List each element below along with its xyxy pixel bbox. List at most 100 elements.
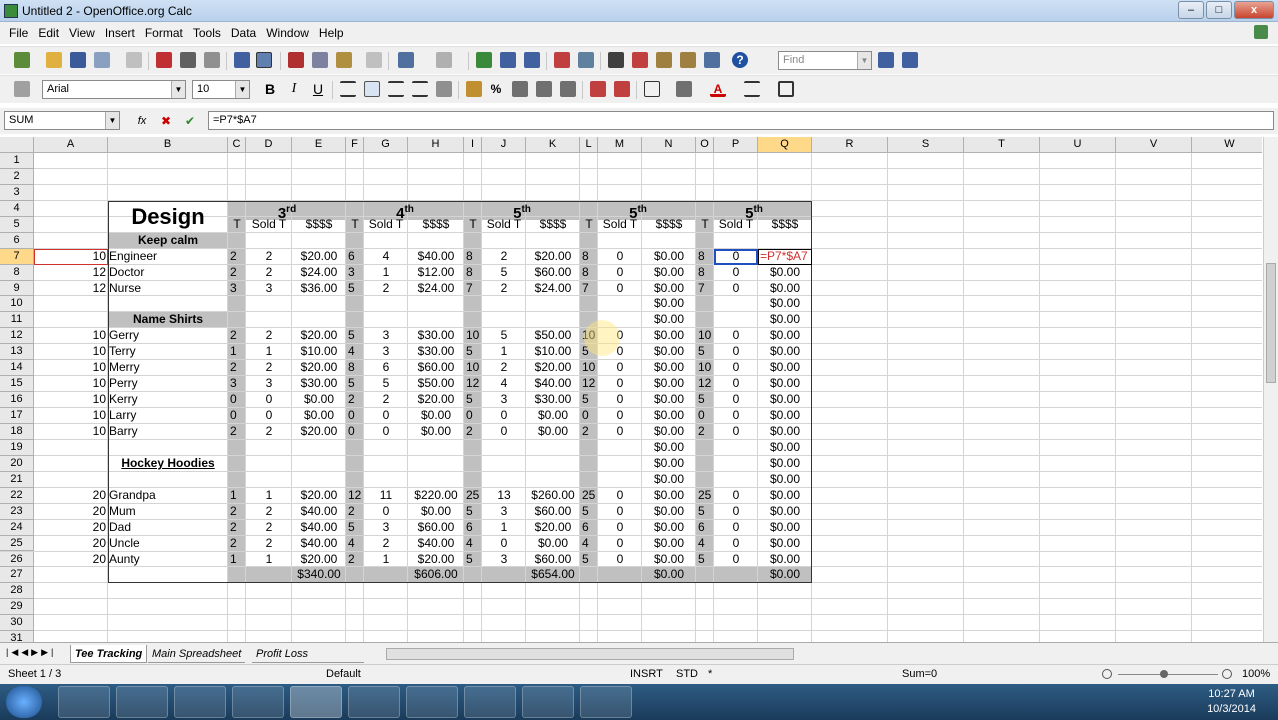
cell-money[interactable]: $20.00 — [292, 552, 346, 568]
horizontal-scrollbar[interactable] — [386, 648, 794, 660]
cell-money[interactable]: $20.00 — [526, 249, 580, 265]
cell-money[interactable]: $0.00 — [642, 472, 696, 488]
cell-a[interactable]: 20 — [34, 488, 106, 504]
cell-sold[interactable] — [246, 456, 292, 472]
cell-sold[interactable]: 2 — [246, 536, 292, 552]
cell-money[interactable]: $60.00 — [526, 504, 580, 520]
cell-b[interactable]: Engineer — [109, 249, 229, 265]
cell-money[interactable]: $0.00 — [642, 536, 696, 552]
cell-sold[interactable]: 0 — [364, 424, 408, 440]
cell-money[interactable]: $20.00 — [408, 552, 464, 568]
cell-money[interactable]: $20.00 — [292, 488, 346, 504]
cell-money[interactable]: $0.00 — [758, 376, 812, 392]
cell-money[interactable]: $0.00 — [642, 312, 696, 328]
cell-sold[interactable] — [482, 312, 526, 328]
column-header-t[interactable]: T — [964, 137, 1040, 153]
cell-sold[interactable]: 0 — [598, 249, 642, 265]
column-header-w[interactable]: W — [1192, 137, 1262, 153]
active-reference-a7[interactable] — [34, 248, 108, 265]
row-header-18[interactable]: 18 — [0, 423, 34, 440]
cell-sold[interactable] — [714, 472, 758, 488]
cell-money[interactable] — [526, 312, 580, 328]
cell-sold[interactable] — [598, 456, 642, 472]
cell-b[interactable]: Terry — [109, 344, 229, 360]
show-draw-icon[interactable] — [578, 52, 594, 68]
cell-sold[interactable]: 0 — [598, 552, 642, 568]
menu-tools[interactable]: Tools — [188, 26, 226, 40]
row-header-20[interactable]: 20 — [0, 455, 34, 472]
app-icon[interactable] — [522, 686, 574, 718]
cell-money[interactable]: $40.00 — [408, 249, 464, 265]
cell-sold[interactable]: 0 — [482, 536, 526, 552]
add-decimal-icon[interactable] — [536, 81, 552, 97]
borders-icon[interactable] — [644, 81, 660, 97]
cell-sold[interactable]: 0 — [598, 281, 642, 297]
cell-a[interactable] — [34, 472, 106, 488]
cell-money[interactable]: $0.00 — [642, 504, 696, 520]
cell-sold[interactable]: 0 — [246, 392, 292, 408]
cell-sold[interactable]: 2 — [246, 328, 292, 344]
cell-sold[interactable]: 0 — [598, 360, 642, 376]
cell-money[interactable]: $0.00 — [758, 360, 812, 376]
cell-sold[interactable] — [714, 440, 758, 456]
cell-sold[interactable] — [482, 296, 526, 312]
cell-money[interactable]: $50.00 — [526, 328, 580, 344]
export-pdf-icon[interactable] — [156, 52, 172, 68]
open-folder-icon[interactable] — [46, 52, 62, 68]
cell-sold[interactable]: 0 — [714, 552, 758, 568]
cell-sold[interactable]: 1 — [246, 488, 292, 504]
cell-money[interactable]: $0.00 — [758, 520, 812, 536]
print-icon[interactable] — [180, 52, 196, 68]
help-icon[interactable]: ? — [732, 52, 748, 68]
frame-icon[interactable] — [778, 81, 794, 97]
cell-sold[interactable]: 0 — [598, 424, 642, 440]
row-header-31[interactable]: 31 — [0, 631, 34, 642]
cell-money[interactable]: $20.00 — [292, 360, 346, 376]
cell-money[interactable]: $0.00 — [642, 376, 696, 392]
cell-sold[interactable]: 3 — [246, 281, 292, 297]
cell-sold[interactable]: 0 — [598, 536, 642, 552]
cell-money[interactable]: $0.00 — [292, 392, 346, 408]
document-icon[interactable] — [348, 686, 400, 718]
close-button[interactable]: x — [1234, 1, 1274, 19]
menu-edit[interactable]: Edit — [33, 26, 64, 40]
cell-b[interactable]: Barry — [109, 424, 229, 440]
column-header-j[interactable]: J — [482, 137, 526, 153]
tab-nav-arrows[interactable]: |◀◀▶▶| — [6, 647, 56, 658]
zoom-out-icon[interactable] — [1102, 669, 1112, 679]
cell-sold[interactable]: 2 — [246, 360, 292, 376]
cell-b[interactable]: Kerry — [109, 392, 229, 408]
menu-data[interactable]: Data — [226, 26, 261, 40]
cell-sold[interactable] — [364, 456, 408, 472]
cell-sold[interactable]: 0 — [482, 408, 526, 424]
column-header-f[interactable]: F — [346, 137, 364, 153]
new-document-icon[interactable] — [14, 52, 30, 68]
window-icon[interactable] — [580, 686, 632, 718]
column-header-s[interactable]: S — [888, 137, 964, 153]
column-header-m[interactable]: M — [598, 137, 642, 153]
cell-money[interactable]: $20.00 — [292, 424, 346, 440]
row-header-8[interactable]: 8 — [0, 264, 34, 281]
number-format-icon[interactable] — [512, 81, 528, 97]
cell-money[interactable]: $24.00 — [292, 265, 346, 281]
cell-money[interactable]: $0.00 — [642, 360, 696, 376]
column-header-v[interactable]: V — [1116, 137, 1192, 153]
row-header-29[interactable]: 29 — [0, 599, 34, 616]
column-header-n[interactable]: N — [642, 137, 696, 153]
menu-window[interactable]: Window — [261, 26, 314, 40]
cell-sold[interactable]: 3 — [364, 520, 408, 536]
cell-money[interactable]: $0.00 — [642, 488, 696, 504]
cell-sold[interactable] — [364, 296, 408, 312]
cell-money[interactable]: $20.00 — [526, 520, 580, 536]
cell-sold[interactable]: 1 — [482, 520, 526, 536]
cell-b[interactable]: Gerry — [109, 328, 229, 344]
cell-money[interactable]: $40.00 — [292, 504, 346, 520]
row-header-9[interactable]: 9 — [0, 280, 34, 297]
cell-money[interactable]: $0.00 — [642, 392, 696, 408]
cell-money[interactable] — [526, 296, 580, 312]
cell-a[interactable]: 12 — [34, 281, 106, 297]
row-header-11[interactable]: 11 — [0, 312, 34, 329]
cell-sold[interactable]: 0 — [364, 408, 408, 424]
cell-b[interactable]: Uncle — [109, 536, 229, 552]
cell-money[interactable]: $40.00 — [408, 536, 464, 552]
